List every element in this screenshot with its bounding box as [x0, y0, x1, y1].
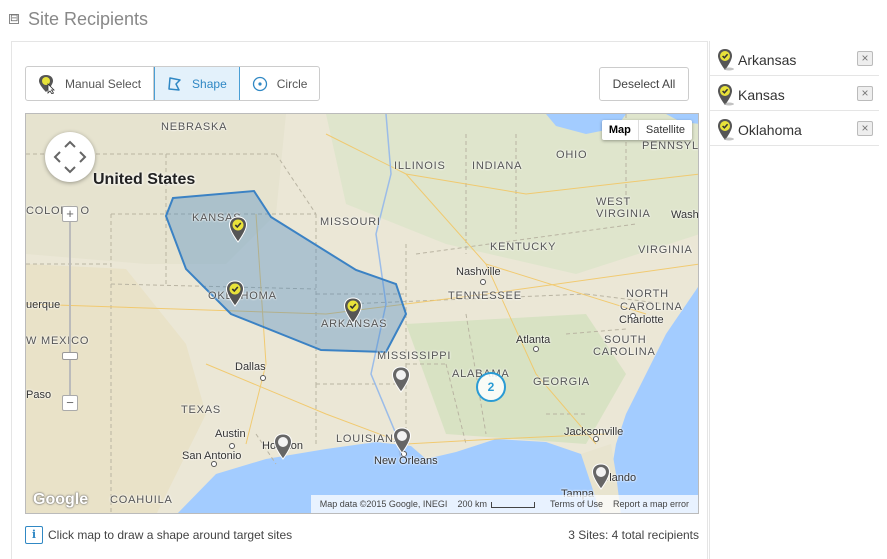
manual-select-label: Manual Select	[65, 76, 142, 91]
site-pin-arkansas-selected[interactable]	[343, 297, 363, 325]
site-pin-orlando[interactable]	[591, 463, 611, 491]
site-pin-mississippi[interactable]	[391, 366, 411, 394]
scale-bar	[490, 501, 535, 508]
state-label-north-carolina-1: NORTH	[626, 288, 669, 300]
selected-pin-icon	[225, 280, 245, 307]
city-label-atlanta: Atlanta	[516, 334, 551, 346]
zoom-slider-handle[interactable]	[62, 352, 78, 360]
country-label: United States	[93, 171, 196, 188]
state-label-kentucky: KENTUCKY	[490, 241, 557, 253]
recipient-item: Arkansas ×	[710, 41, 879, 76]
circle-label: Circle	[276, 76, 308, 91]
state-label-tennessee: TENNESSEE	[448, 290, 522, 302]
deselect-all-button[interactable]: Deselect All	[599, 67, 689, 101]
map-scale: 200 km	[457, 499, 540, 509]
site-cluster-marker[interactable]: 2	[476, 372, 506, 402]
recipient-summary: 3 Sites: 4 total recipients	[568, 528, 699, 542]
state-label-pennsylvania: PENNSYL	[642, 140, 699, 152]
map-type-map-button[interactable]: Map	[602, 120, 639, 140]
manual-select-button[interactable]: Manual Select	[26, 67, 155, 100]
remove-recipient-button[interactable]: ×	[857, 51, 873, 66]
terms-of-use-link[interactable]: Terms of Use	[550, 499, 603, 509]
section-title: Site Recipients	[28, 9, 149, 29]
pan-arrows-icon	[53, 140, 87, 174]
map-pin-icon	[273, 433, 293, 460]
map-pin-icon	[591, 463, 611, 490]
site-pin-new-orleans[interactable]	[392, 427, 412, 455]
collapse-icon[interactable]: ⊟	[9, 14, 19, 24]
map-canvas[interactable]: NEBRASKA KANSAS OKLAHOMA ARKANSAS MISSOU…	[25, 113, 699, 514]
state-label-coahuila: COAHUILA	[110, 494, 173, 506]
map-data-credit: Map data ©2015 Google, INEGI	[319, 499, 448, 509]
state-label-texas: TEXAS	[181, 404, 222, 416]
city-label-austin: Austin	[215, 428, 246, 440]
zoom-in-button[interactable]: +	[62, 206, 78, 222]
state-label-new-mexico: W MEXICO	[26, 335, 90, 347]
recipient-item: Oklahoma ×	[710, 111, 879, 146]
site-pin-houston[interactable]	[273, 433, 293, 461]
city-label-san-antonio: San Antonio	[182, 450, 242, 462]
state-label-west-virginia-1: WEST	[596, 196, 631, 208]
pan-control[interactable]	[45, 132, 95, 182]
shape-label: Shape	[192, 76, 227, 91]
state-label-south-carolina-2: CAROLINA	[593, 346, 656, 358]
state-label-colorado: COLORA O	[26, 205, 90, 217]
selected-pin-icon	[716, 118, 736, 147]
circle-icon	[252, 76, 268, 92]
map-type-satellite-button[interactable]: Satellite	[639, 120, 692, 140]
state-label-mississippi: MISSISSIPPI	[377, 350, 452, 362]
info-icon: i	[25, 526, 43, 544]
map-type-control: Map Satellite	[601, 120, 692, 140]
city-label-jacksonville: Jacksonville	[564, 426, 624, 438]
polygon-icon	[167, 76, 183, 92]
map-hint-text: Click map to draw a shape around target …	[48, 528, 293, 542]
state-label-indiana: INDIANA	[472, 160, 523, 172]
map-scale-label: 200 km	[457, 499, 487, 509]
state-label-south-carolina-1: SOUTH	[604, 334, 647, 346]
section-header: ⊟ Site Recipients	[0, 0, 887, 40]
zoom-slider-track[interactable]	[69, 212, 71, 407]
site-pin-oklahoma-selected[interactable]	[225, 280, 245, 308]
remove-recipient-button[interactable]: ×	[857, 86, 873, 101]
zoom-out-button[interactable]: −	[62, 395, 78, 411]
selected-pin-icon	[716, 83, 736, 112]
site-pin-kansas-selected[interactable]	[228, 216, 248, 244]
city-label-albuquerque: uerque	[26, 299, 61, 311]
google-logo[interactable]: Google	[33, 491, 88, 509]
shape-button[interactable]: Shape	[154, 67, 240, 100]
city-label-washington: Wash	[671, 209, 699, 221]
selected-pin-icon	[716, 48, 736, 77]
recipient-name: Oklahoma	[738, 122, 802, 138]
state-label-georgia: GEORGIA	[533, 376, 590, 388]
state-label-west-virginia-2: VIRGINIA	[596, 208, 651, 220]
city-label-nashville: Nashville	[456, 266, 501, 278]
state-label-missouri: MISSOURI	[320, 216, 381, 228]
city-label-el-paso: Paso	[26, 389, 52, 401]
remove-recipient-button[interactable]: ×	[857, 121, 873, 136]
selected-pin-icon	[228, 216, 248, 243]
recipient-name: Kansas	[738, 87, 785, 103]
city-label-new-orleans: New Orleans	[374, 455, 438, 467]
map-pin-icon	[392, 427, 412, 454]
circle-button[interactable]: Circle	[240, 67, 320, 100]
map-pin-icon	[391, 366, 411, 393]
state-label-virginia: VIRGINIA	[638, 244, 693, 256]
selection-tool-group: Manual Select Shape Circle	[25, 66, 321, 101]
cursor-pin-icon	[38, 74, 56, 94]
city-label-dallas: Dallas	[235, 361, 266, 373]
city-label-charlotte: Charlotte	[619, 314, 664, 326]
state-label-nebraska: NEBRASKA	[161, 121, 228, 133]
state-label-north-carolina-2: CAROLINA	[620, 301, 683, 313]
state-label-illinois: ILLINOIS	[394, 160, 446, 172]
recipient-name: Arkansas	[738, 52, 797, 68]
recipient-item: Kansas ×	[710, 76, 879, 111]
state-label-ohio: OHIO	[556, 149, 588, 161]
report-map-error-link[interactable]: Report a map error	[613, 499, 689, 509]
map-attribution-bar: Map data ©2015 Google, INEGI 200 km Term…	[310, 495, 698, 513]
selected-pin-icon	[343, 297, 363, 324]
